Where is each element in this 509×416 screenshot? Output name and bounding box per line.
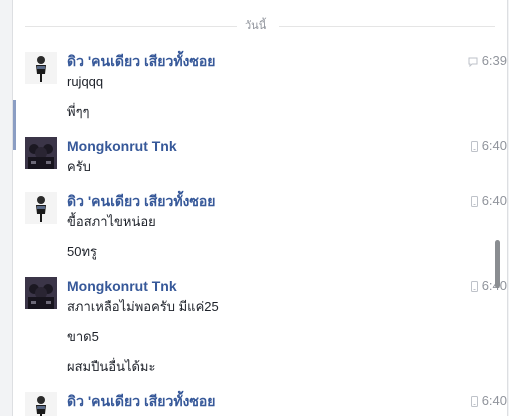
message-text: ผสมปืนอื่นได้มะ [67,359,156,374]
avatar-person-icon [25,52,57,84]
scrollbar-thumb[interactable] [495,240,500,288]
message-timestamp: 6:39 [447,52,507,70]
message-timestamp: 6:40 [447,137,507,155]
mobile-icon [470,141,478,153]
avatar[interactable] [25,52,57,84]
divider-line-right [279,26,495,27]
avatar[interactable] [25,277,57,309]
timestamp-text: 6:39 [481,53,507,68]
message-text: ขาด5 [67,329,99,344]
chat-icon [468,57,478,67]
avatar[interactable] [25,137,57,169]
message-text: ขื้อสภาไขหน่อย [67,214,156,229]
date-divider: วันนี้ [13,18,507,34]
sender-name[interactable]: Mongkonrut Tnk [67,137,177,155]
divider-line-left [25,26,237,27]
mobile-icon [470,196,478,208]
sender-name[interactable]: Mongkonrut Tnk [67,277,177,295]
mobile-icon [470,396,478,408]
message-text: สภาเหลือไม่พอครับ มีแค่25 [67,299,219,314]
date-divider-label: วันนี้ [245,20,267,32]
avatar[interactable] [25,192,57,224]
avatar-person-icon [25,192,57,224]
message-text: พี่ๆๆ [67,104,90,119]
timestamp-text: 6:40 [481,138,507,153]
mobile-icon [470,281,478,293]
avatar-group-icon [25,137,57,169]
panel-edge-accent [13,100,16,150]
sender-name[interactable]: ดิว 'คนเดียว เสียวทั้งซอย [67,392,216,410]
conversation-panel: วันนี้ ดิว 'คนเดียว เสียวทั้งซอย 6:39 ru… [12,0,508,416]
sender-name[interactable]: ดิว 'คนเดียว เสียวทั้งซอย [67,52,216,70]
avatar-group-icon [25,277,57,309]
sender-name[interactable]: ดิว 'คนเดียว เสียวทั้งซอย [67,192,216,210]
message-timestamp: 6:40 [447,192,507,210]
message-text: ครับ [67,159,91,174]
timestamp-text: 6:40 [481,393,507,408]
timestamp-text: 6:40 [481,193,507,208]
avatar[interactable] [25,392,57,416]
message-text: 50ทรู [67,244,98,259]
avatar-person-icon [25,392,57,416]
message-timestamp: 6:40 [447,392,507,410]
message-text: rujqqq [67,74,104,89]
